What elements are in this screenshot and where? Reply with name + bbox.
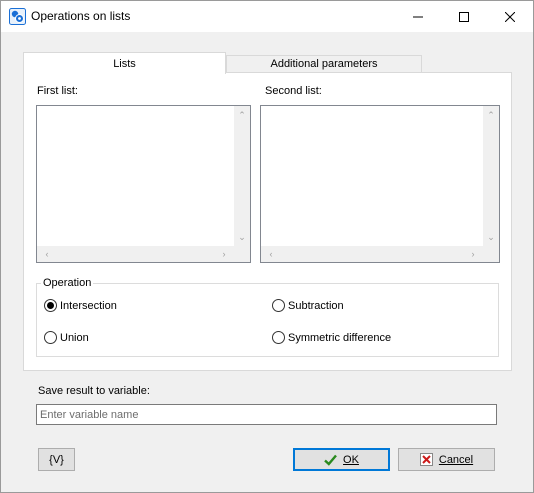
radio-intersection-circle[interactable]: [44, 299, 57, 312]
second-list-vertical-scrollbar[interactable]: ⌃ ⌄: [483, 106, 499, 262]
tab-additional-parameters[interactable]: Additional parameters: [226, 55, 422, 73]
radio-subtraction[interactable]: Subtraction: [272, 299, 344, 312]
radio-union-circle[interactable]: [44, 331, 57, 344]
dialog-window: Operations on lists Lists Additional par…: [0, 0, 534, 493]
ok-button[interactable]: OK: [293, 448, 390, 471]
maximize-button[interactable]: [441, 1, 487, 32]
title-bar[interactable]: Operations on lists: [1, 1, 533, 32]
first-list-vertical-scrollbar[interactable]: ⌃ ⌄: [234, 106, 250, 262]
close-button[interactable]: [487, 1, 533, 32]
scroll-left-icon[interactable]: ‹: [39, 249, 55, 259]
radio-symmetric-difference-circle[interactable]: [272, 331, 285, 344]
operation-group-title: Operation: [41, 277, 94, 289]
scroll-up-icon[interactable]: ⌃: [234, 110, 250, 120]
radio-subtraction-label: Subtraction: [288, 299, 344, 312]
first-list-label: First list:: [37, 85, 78, 97]
cancel-button-label: Cancel: [438, 453, 474, 466]
first-list-box[interactable]: ⌃ ⌄ ‹ ›: [36, 105, 251, 263]
maximize-icon: [459, 11, 469, 22]
save-result-label: Save result to variable:: [38, 385, 150, 397]
minimize-icon: [413, 12, 423, 22]
insert-variable-button[interactable]: {V}: [38, 448, 75, 471]
radio-intersection-label: Intersection: [60, 299, 117, 312]
insert-variable-button-label: {V}: [49, 453, 64, 466]
second-list-box[interactable]: ⌃ ⌄ ‹ ›: [260, 105, 500, 263]
tab-lists[interactable]: Lists: [23, 52, 226, 74]
cancel-x-icon: [419, 453, 433, 466]
operation-groupbox: [36, 283, 499, 357]
radio-intersection[interactable]: Intersection: [44, 299, 117, 312]
scroll-down-icon[interactable]: ⌄: [483, 232, 499, 242]
second-list-scroll-corner: [483, 246, 499, 262]
scroll-left-icon[interactable]: ‹: [263, 249, 279, 259]
second-list-horizontal-scrollbar[interactable]: ‹ ›: [261, 246, 483, 262]
operations-app-icon: [9, 8, 26, 25]
second-list-label: Second list:: [265, 85, 322, 97]
minimize-button[interactable]: [395, 1, 441, 32]
radio-symmetric-difference-label: Symmetric difference: [288, 331, 392, 344]
scroll-right-icon[interactable]: ›: [216, 249, 232, 259]
scroll-down-icon[interactable]: ⌄: [234, 232, 250, 242]
window-title: Operations on lists: [31, 9, 131, 23]
scroll-right-icon[interactable]: ›: [465, 249, 481, 259]
tab-additional-parameters-label: Additional parameters: [270, 58, 378, 70]
radio-symmetric-difference[interactable]: Symmetric difference: [272, 331, 391, 344]
cancel-button[interactable]: Cancel: [398, 448, 495, 471]
close-icon: [505, 11, 515, 22]
radio-union-label: Union: [60, 331, 89, 344]
first-list-horizontal-scrollbar[interactable]: ‹ ›: [37, 246, 234, 262]
variable-name-input[interactable]: [36, 404, 497, 425]
scroll-up-icon[interactable]: ⌃: [483, 110, 499, 120]
ok-button-label: OK: [343, 453, 359, 466]
tab-lists-label: Lists: [113, 57, 136, 70]
first-list-scroll-corner: [234, 246, 250, 262]
checkmark-icon: [324, 454, 337, 466]
radio-subtraction-circle[interactable]: [272, 299, 285, 312]
radio-union[interactable]: Union: [44, 331, 89, 344]
